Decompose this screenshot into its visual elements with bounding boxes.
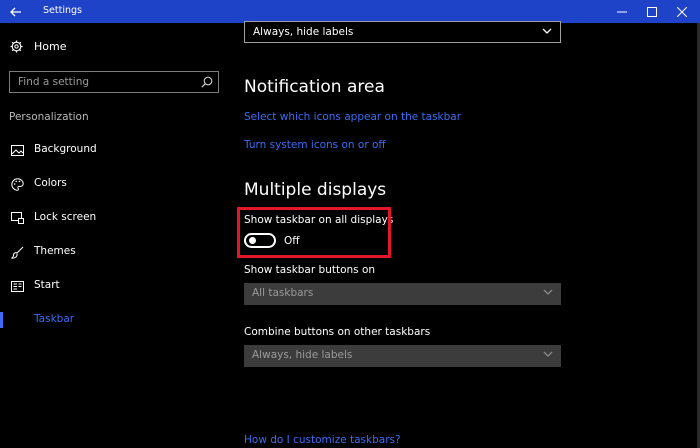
- maximize-button[interactable]: [636, 0, 668, 23]
- sidebar-item-label: Start: [34, 279, 60, 291]
- dropdown-value: Always, hide labels: [252, 349, 353, 361]
- multiple-displays-heading: Multiple displays: [244, 180, 387, 200]
- maximize-icon: [647, 6, 657, 17]
- combine-buttons-other-label: Combine buttons on other taskbars: [244, 326, 431, 338]
- red-highlight-box: [237, 207, 391, 258]
- brush-icon: [10, 245, 24, 259]
- minimize-icon: [617, 11, 627, 12]
- sidebar-item-label: Taskbar: [34, 313, 75, 325]
- customize-taskbars-help-link[interactable]: How do I customize taskbars?: [244, 434, 401, 446]
- sidebar-item-taskbar[interactable]: Taskbar: [0, 305, 228, 335]
- show-taskbar-buttons-dropdown[interactable]: All taskbars: [244, 283, 561, 305]
- sidebar-item-background[interactable]: Background: [0, 135, 228, 165]
- sidebar-item-start[interactable]: Start: [0, 271, 228, 301]
- dropdown-value: All taskbars: [252, 287, 314, 299]
- palette-icon: [10, 177, 24, 191]
- sidebar-item-label: Themes: [34, 245, 76, 257]
- show-taskbar-buttons-on-label: Show taskbar buttons on: [244, 264, 376, 276]
- title-bar: Settings: [0, 0, 700, 23]
- search-placeholder: Find a setting: [18, 76, 90, 88]
- active-indicator: [0, 312, 3, 328]
- window-title: Settings: [43, 5, 82, 16]
- search-icon[interactable]: [201, 76, 213, 88]
- lock-screen-icon: [10, 211, 24, 225]
- taskbar-buttons-combine-dropdown[interactable]: Always, hide labels: [244, 21, 561, 43]
- back-button[interactable]: [0, 0, 32, 23]
- start-menu-icon: [10, 279, 24, 293]
- chevron-down-icon: [543, 289, 553, 295]
- chevron-down-icon: [543, 351, 553, 357]
- section-label-personalization: Personalization: [9, 111, 89, 123]
- sidebar-item-colors[interactable]: Colors: [0, 169, 228, 199]
- combine-buttons-other-dropdown[interactable]: Always, hide labels: [244, 345, 561, 367]
- home-nav-item[interactable]: Home: [10, 40, 66, 53]
- notification-area-heading: Notification area: [244, 77, 385, 97]
- back-arrow-icon: [10, 7, 21, 16]
- sidebar-item-label: Background: [34, 143, 97, 155]
- image-icon: [10, 143, 24, 157]
- sidebar-item-label: Lock screen: [34, 211, 97, 223]
- sidebar-item-lock-screen[interactable]: Lock screen: [0, 203, 228, 233]
- minimize-button[interactable]: [606, 0, 638, 23]
- search-input[interactable]: Find a setting: [9, 71, 219, 93]
- close-button[interactable]: [666, 0, 698, 23]
- sidebar-item-themes[interactable]: Themes: [0, 237, 228, 267]
- gear-icon: [10, 40, 23, 53]
- sidebar: Home Find a setting Personalization Back…: [0, 23, 228, 448]
- chevron-down-icon: [542, 28, 552, 34]
- close-icon: [677, 6, 687, 17]
- home-label: Home: [34, 40, 67, 53]
- select-icons-link[interactable]: Select which icons appear on the taskbar: [244, 111, 461, 123]
- system-icons-link[interactable]: Turn system icons on or off: [244, 139, 386, 151]
- dropdown-value: Always, hide labels: [253, 26, 354, 38]
- sidebar-item-label: Colors: [34, 177, 67, 189]
